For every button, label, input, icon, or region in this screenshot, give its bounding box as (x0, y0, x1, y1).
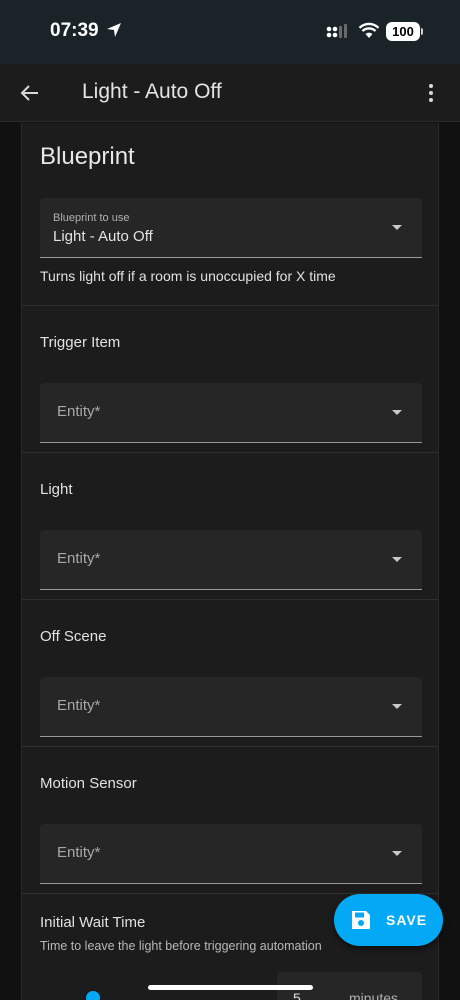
divider (22, 452, 438, 453)
divider (22, 599, 438, 600)
arrow-back-icon (20, 85, 38, 101)
back-button[interactable] (14, 78, 46, 108)
light-entity-picker[interactable]: Entity* (40, 530, 422, 590)
entity-placeholder: Entity* (57, 844, 101, 861)
page-title: Light - Auto Off (82, 80, 222, 103)
divider (22, 746, 438, 747)
trigger-item-label: Trigger Item (40, 334, 121, 351)
entity-placeholder: Entity* (57, 403, 101, 420)
off-scene-label: Off Scene (40, 628, 107, 645)
dropdown-arrow-icon (392, 556, 402, 562)
wait-time-unit: minutes (349, 990, 399, 1000)
card-title: Blueprint (40, 143, 135, 170)
cellular-signal-icon (326, 24, 347, 38)
blueprint-select-label: Blueprint to use (53, 212, 130, 224)
battery-indicator: 100 (386, 22, 423, 41)
trigger-item-entity-picker[interactable]: Entity* (40, 383, 422, 443)
wait-time-slider-knob[interactable] (86, 991, 100, 1000)
divider (22, 305, 438, 306)
entity-placeholder: Entity* (57, 550, 101, 567)
save-button-label: SAVE (386, 912, 428, 928)
location-arrow-icon (107, 23, 121, 37)
motion-sensor-label: Motion Sensor (40, 775, 137, 792)
more-options-button[interactable] (418, 80, 444, 106)
motion-sensor-entity-picker[interactable]: Entity* (40, 824, 422, 884)
off-scene-entity-picker[interactable]: Entity* (40, 677, 422, 737)
blueprint-description: Turns light off if a room is unoccupied … (40, 268, 336, 284)
dropdown-arrow-icon (392, 703, 402, 709)
status-time: 07:39 (50, 20, 99, 41)
initial-wait-time-description: Time to leave the light before triggerin… (40, 939, 322, 953)
blueprint-card: Blueprint Blueprint to use Light - Auto … (21, 123, 439, 1000)
main-content[interactable]: Blueprint Blueprint to use Light - Auto … (0, 123, 460, 1000)
blueprint-select[interactable]: Blueprint to use Light - Auto Off (40, 198, 422, 258)
dropdown-arrow-icon (392, 224, 402, 230)
light-label: Light (40, 481, 73, 498)
home-indicator (148, 985, 313, 990)
initial-wait-time-label: Initial Wait Time (40, 914, 146, 931)
save-button[interactable]: SAVE (334, 894, 443, 946)
more-vertical-icon (429, 84, 433, 102)
dropdown-arrow-icon (392, 409, 402, 415)
floppy-disk-icon (352, 911, 370, 929)
app-bar: Light - Auto Off (0, 64, 460, 122)
wifi-icon (358, 22, 380, 38)
status-bar: 07:39 100 (0, 0, 460, 64)
blueprint-select-value: Light - Auto Off (53, 228, 153, 245)
dropdown-arrow-icon (392, 850, 402, 856)
entity-placeholder: Entity* (57, 697, 101, 714)
wait-time-value: 5 (293, 990, 301, 1000)
